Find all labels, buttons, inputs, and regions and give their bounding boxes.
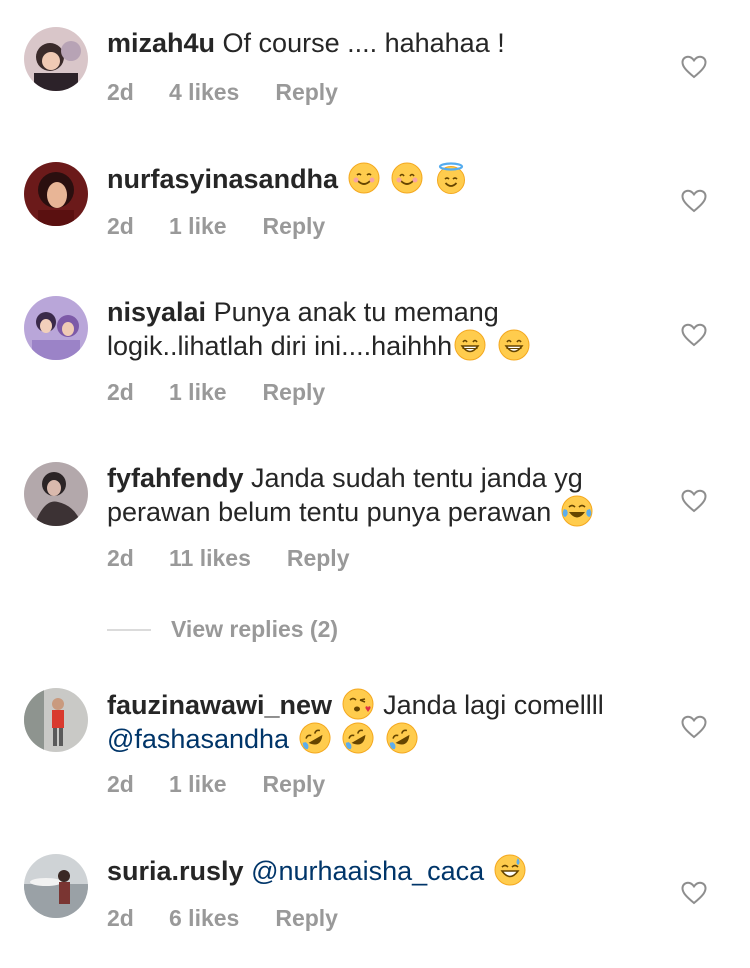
comment-text: fauzinawawi_new Janda lagi comellll @fas… bbox=[107, 688, 660, 756]
comment-time: 2d bbox=[107, 771, 134, 797]
like-heart-icon[interactable] bbox=[681, 323, 707, 347]
smiling-face-icon bbox=[348, 162, 380, 194]
avatar[interactable] bbox=[24, 462, 88, 526]
reply-button[interactable]: Reply bbox=[263, 379, 326, 406]
halo-face-icon bbox=[435, 162, 467, 194]
comment-time: 2d bbox=[107, 79, 134, 105]
comment-time: 2d bbox=[107, 545, 134, 571]
comment-time: 2d bbox=[107, 379, 134, 405]
comment-text: nisyalai Punya anak tu memang logik..lih… bbox=[107, 296, 660, 363]
reply-button[interactable]: Reply bbox=[275, 79, 338, 106]
smiling-face-icon bbox=[391, 162, 423, 194]
avatar[interactable] bbox=[24, 688, 88, 752]
username-link[interactable]: mizah4u bbox=[107, 28, 215, 58]
avatar[interactable] bbox=[24, 27, 88, 91]
comment-text: suria.rusly @nurhaaisha_caca bbox=[107, 854, 660, 888]
comment-text: nurfasyinasandha bbox=[107, 162, 660, 196]
likes-count[interactable]: 1 like bbox=[169, 379, 227, 406]
rofl-icon bbox=[342, 722, 374, 754]
likes-count[interactable]: 4 likes bbox=[169, 79, 239, 106]
likes-count[interactable]: 11 likes bbox=[169, 545, 251, 572]
mention-link[interactable]: @nurhaaisha_caca bbox=[251, 856, 484, 886]
tears-of-joy-icon bbox=[561, 495, 593, 527]
avatar[interactable] bbox=[24, 162, 88, 226]
comment-time: 2d bbox=[107, 905, 134, 931]
comment-body: Of course .... hahahaa ! bbox=[222, 28, 505, 58]
comment-time: 2d bbox=[107, 213, 134, 239]
comment-text: fyfahfendy Janda sudah tentu janda yg pe… bbox=[107, 462, 660, 529]
comment-body: Janda lagi comellll bbox=[383, 690, 604, 720]
rofl-icon bbox=[386, 722, 418, 754]
grinning-face-icon bbox=[454, 329, 486, 361]
avatar[interactable] bbox=[24, 296, 88, 360]
reply-button[interactable]: Reply bbox=[287, 545, 350, 572]
username-link[interactable]: nurfasyinasandha bbox=[107, 164, 338, 194]
like-heart-icon[interactable] bbox=[681, 489, 707, 513]
reply-button[interactable]: Reply bbox=[263, 771, 326, 798]
username-link[interactable]: fyfahfendy bbox=[107, 463, 244, 493]
view-replies-label[interactable]: View replies (2) bbox=[171, 616, 338, 643]
kiss-face-icon bbox=[342, 688, 374, 720]
likes-count[interactable]: 6 likes bbox=[169, 905, 239, 932]
comment-text: mizah4u Of course .... hahahaa ! bbox=[107, 27, 660, 60]
reply-button[interactable]: Reply bbox=[275, 905, 338, 932]
like-heart-icon[interactable] bbox=[681, 189, 707, 213]
divider bbox=[107, 628, 151, 631]
rofl-icon bbox=[299, 722, 331, 754]
sweat-smile-icon bbox=[494, 854, 526, 886]
like-heart-icon[interactable] bbox=[681, 881, 707, 905]
likes-count[interactable]: 1 like bbox=[169, 771, 227, 798]
reply-button[interactable]: Reply bbox=[263, 213, 326, 240]
view-replies-button[interactable]: View replies (2) bbox=[107, 616, 338, 643]
username-link[interactable]: fauzinawawi_new bbox=[107, 690, 332, 720]
username-link[interactable]: nisyalai bbox=[107, 297, 206, 327]
username-link[interactable]: suria.rusly bbox=[107, 856, 244, 886]
mention-link[interactable]: @fashasandha bbox=[107, 724, 289, 754]
grinning-face-icon bbox=[498, 329, 530, 361]
like-heart-icon[interactable] bbox=[681, 55, 707, 79]
avatar[interactable] bbox=[24, 854, 88, 918]
likes-count[interactable]: 1 like bbox=[169, 213, 227, 240]
like-heart-icon[interactable] bbox=[681, 715, 707, 739]
